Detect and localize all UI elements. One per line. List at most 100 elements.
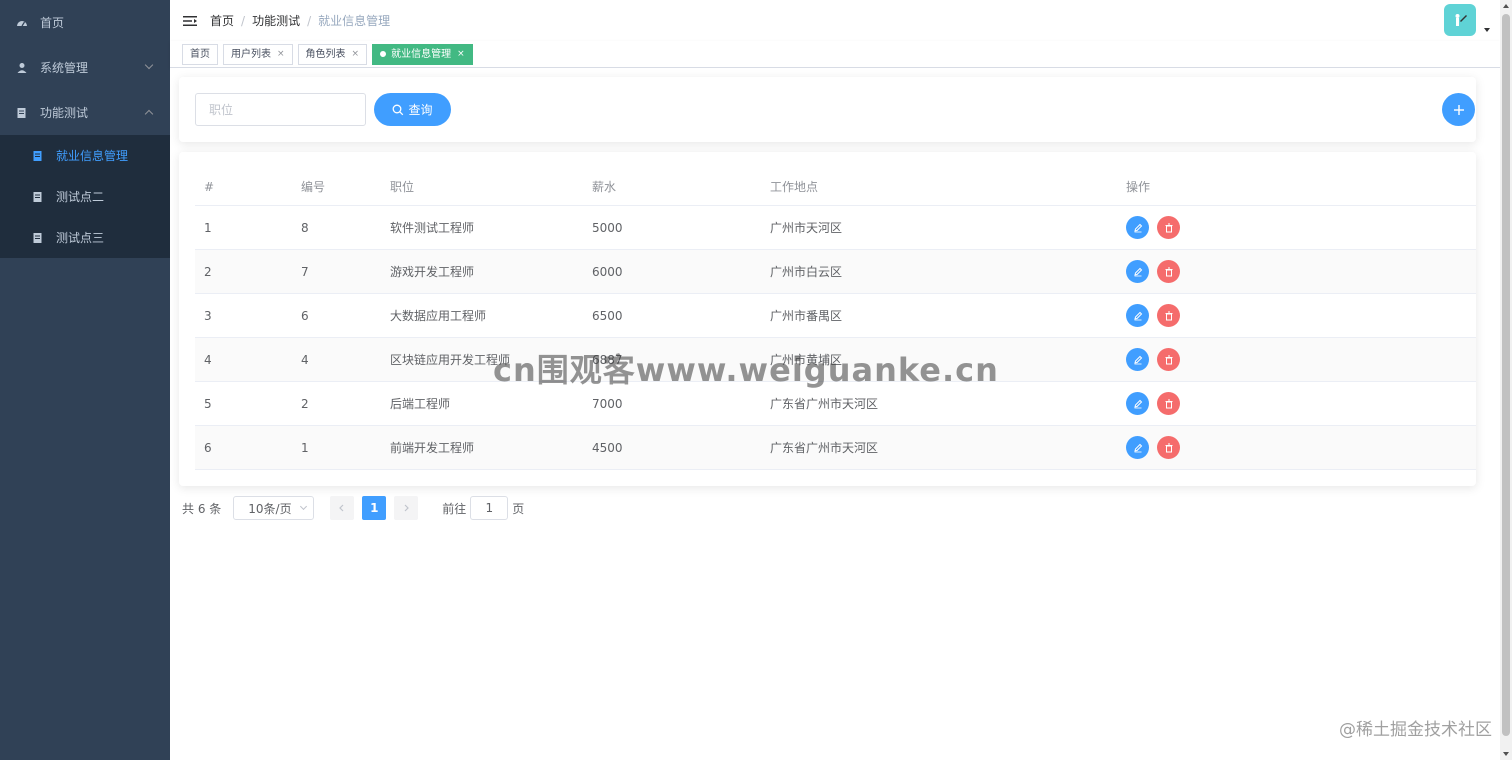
delete-button[interactable] — [1157, 260, 1180, 283]
table-cell: 3 — [204, 308, 212, 323]
scroll-up-icon[interactable] — [1503, 4, 1509, 8]
hamburger-button[interactable] — [170, 0, 210, 41]
position-search-input[interactable] — [195, 93, 366, 126]
delete-button[interactable] — [1157, 436, 1180, 459]
table-card: # 编号 职位 薪水 工作地点 操作 1 8 软件测试工程师 5000 广州市天河区 2 7… — [179, 152, 1476, 486]
row-actions — [1117, 260, 1476, 283]
trash-icon — [1165, 355, 1172, 364]
sidebar-item-test-point-two[interactable]: 测试点二 — [0, 176, 170, 217]
navbar: 首页 / 功能测试 / 就业信息管理 — [170, 0, 1500, 41]
table-cell: 6000 — [592, 264, 623, 279]
submenu: 就业信息管理 测试点二 测试点三 — [0, 135, 170, 258]
scrollbar-thumb[interactable] — [1502, 14, 1510, 736]
row-actions — [1117, 436, 1476, 459]
page-size-select[interactable]: 10条/页 — [233, 496, 315, 520]
vertical-scrollbar[interactable] — [1500, 0, 1512, 760]
breadcrumb-home[interactable]: 首页 — [210, 12, 234, 29]
sidebar-item-test-point-three[interactable]: 测试点三 — [0, 217, 170, 258]
column-header: 薪水 — [592, 180, 617, 194]
column-header: 编号 — [301, 180, 326, 194]
scroll-down-icon[interactable] — [1503, 752, 1509, 756]
sidebar-item-label: 测试点三 — [56, 231, 105, 245]
delete-button[interactable] — [1157, 216, 1180, 239]
delete-button[interactable] — [1157, 348, 1180, 371]
edit-button[interactable] — [1126, 348, 1149, 371]
table-cell: 2 — [301, 396, 309, 411]
plus-icon — [1453, 104, 1464, 115]
table-cell: 2 — [204, 264, 212, 279]
edit-icon — [1133, 267, 1142, 276]
table-cell: 1 — [301, 440, 309, 455]
edit-icon — [1133, 355, 1142, 364]
edit-button[interactable] — [1126, 260, 1149, 283]
pagination-total: 共 6 条 — [182, 501, 222, 516]
edit-icon — [1133, 399, 1142, 408]
goto-prefix: 前往 — [442, 501, 467, 516]
tag-user-list[interactable]: 用户列表 × — [223, 43, 293, 65]
edit-icon — [1133, 311, 1142, 320]
prev-page-button[interactable] — [330, 496, 355, 520]
document-icon — [32, 232, 44, 244]
edit-button[interactable] — [1126, 216, 1149, 239]
delete-button[interactable] — [1157, 392, 1180, 415]
query-button[interactable]: 查询 — [374, 93, 451, 126]
tag-home[interactable]: 首页 — [182, 43, 218, 65]
sidebar-item-system[interactable]: 系统管理 — [0, 45, 170, 90]
column-header: # — [204, 179, 215, 194]
sidebar-item-label: 功能测试 — [40, 106, 89, 120]
pagination: 共 6 条 10条/页 1 前往 页 — [182, 496, 524, 520]
goto-page: 前往 页 — [442, 496, 524, 520]
table-cell: 6 — [301, 308, 309, 323]
row-actions — [1117, 392, 1476, 415]
close-icon[interactable]: × — [352, 45, 360, 64]
breadcrumb-separator: / — [307, 13, 312, 28]
sidebar-item-label: 测试点二 — [56, 190, 105, 204]
search-card: 查询 — [179, 77, 1476, 142]
table-cell: 广东省广州市天河区 — [770, 441, 879, 455]
table-header: # 编号 职位 薪水 工作地点 操作 — [195, 168, 1476, 206]
table-cell: 前端开发工程师 — [390, 441, 475, 455]
table-cell: 广州市番禺区 — [770, 309, 843, 323]
data-table: # 编号 职位 薪水 工作地点 操作 1 8 软件测试工程师 5000 广州市天河区 2 7… — [195, 168, 1476, 470]
avatar[interactable] — [1444, 4, 1476, 36]
table-cell: 6 — [204, 440, 212, 455]
breadcrumb-separator: / — [241, 13, 246, 28]
tag-label: 就业信息管理 — [391, 48, 452, 60]
edit-button[interactable] — [1126, 304, 1149, 327]
row-actions — [1117, 348, 1476, 371]
delete-button[interactable] — [1157, 304, 1180, 327]
document-icon — [32, 191, 44, 203]
caret-down-icon[interactable] — [1484, 28, 1490, 32]
sidebar-item-home[interactable]: 首页 — [0, 0, 170, 45]
trash-icon — [1165, 223, 1172, 232]
edit-button[interactable] — [1126, 392, 1149, 415]
sidebar-item-function-test[interactable]: 功能测试 — [0, 90, 170, 135]
add-button[interactable] — [1442, 93, 1475, 126]
next-page-button[interactable] — [394, 496, 419, 520]
chevron-down-icon — [300, 502, 308, 511]
chevron-down-icon — [144, 60, 154, 69]
edit-button[interactable] — [1126, 436, 1149, 459]
breadcrumb-function-test[interactable]: 功能测试 — [252, 12, 300, 29]
main-content: 查询 # 编号 职位 薪水 工作地点 操作 1 8 软件测试工程师 5000 广州市天河… — [170, 68, 1500, 760]
tag-role-list[interactable]: 角色列表 × — [297, 43, 368, 65]
close-icon[interactable]: × — [457, 45, 465, 64]
search-icon — [393, 104, 404, 115]
sidebar-item-label: 就业信息管理 — [56, 149, 129, 163]
user-menu[interactable] — [1444, 4, 1490, 36]
table-cell: 7000 — [592, 396, 623, 411]
sidebar-item-label: 首页 — [40, 16, 65, 30]
table-cell: 后端工程师 — [390, 397, 451, 411]
close-icon[interactable]: × — [277, 45, 285, 64]
table-cell: 4500 — [592, 440, 623, 455]
trash-icon — [1165, 399, 1172, 408]
goto-page-input[interactable] — [470, 496, 509, 520]
table-cell: 6500 — [592, 308, 623, 323]
tag-employment-info[interactable]: 就业信息管理 × — [372, 43, 473, 65]
table-cell: 5000 — [592, 220, 623, 235]
table-cell: 广州市白云区 — [770, 265, 843, 279]
column-header: 操作 — [1126, 180, 1151, 194]
trash-icon — [1165, 267, 1172, 276]
sidebar-item-employment-info[interactable]: 就业信息管理 — [0, 135, 170, 176]
page-number-button[interactable]: 1 — [362, 496, 387, 520]
